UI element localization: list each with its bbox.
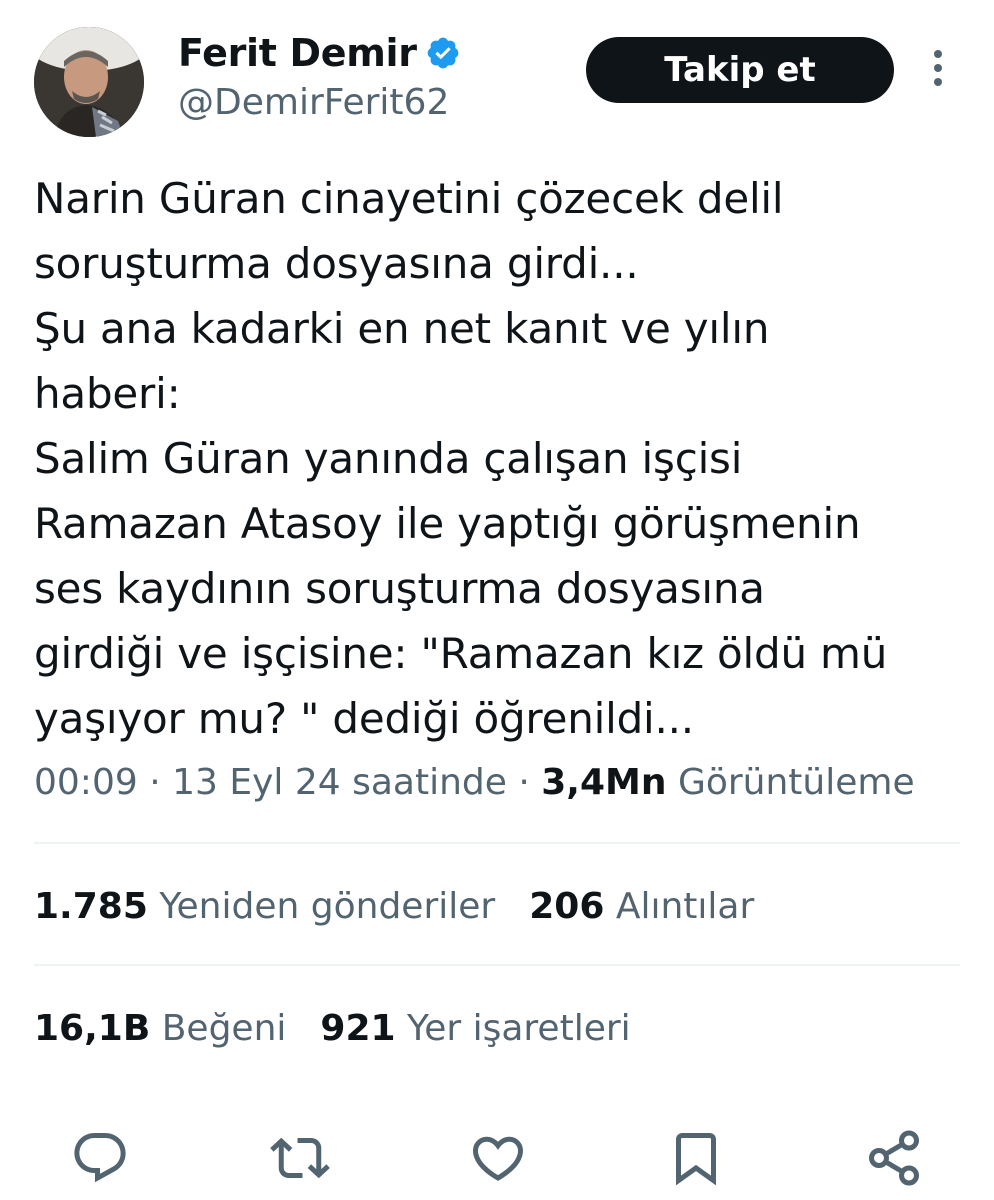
likes-label: Beğeni [161,1008,287,1049]
reposts-stat[interactable]: 1.785 Yeniden gönderiler [34,886,495,927]
bookmarks-label: Yer işaretleri [407,1008,631,1049]
share-icon[interactable] [864,1128,924,1188]
author-name-row[interactable]: Ferit Demir [178,30,461,76]
tweet-meta: 00:09 · 13 Eyl 24 saatinde · 3,4Mn Görün… [34,762,915,803]
quotes-count: 206 [529,886,605,927]
bookmarks-count: 921 [320,1008,396,1049]
quotes-stat[interactable]: 206 Alıntılar [529,886,754,927]
verified-badge-icon [427,37,459,69]
views-label: Görüntüleme [677,762,915,803]
quotes-label: Alıntılar [615,886,755,927]
likes-count: 16,1B [34,1008,151,1049]
follow-button[interactable]: Takip et [586,37,894,103]
stats-row-likes: 16,1B Beğeni 921 Yer işaretleri [34,1006,631,1052]
views-count: 3,4Mn [541,762,667,803]
avatar[interactable] [34,27,144,137]
divider [34,964,960,966]
author-handle[interactable]: @DemirFerit62 [178,80,449,126]
repost-icon[interactable] [270,1128,330,1188]
author-display-name[interactable]: Ferit Demir [178,30,417,76]
reposts-label: Yeniden gönderiler [159,886,496,927]
tweet-time[interactable]: 00:09 [34,762,138,803]
tweet-header: Ferit Demir @DemirFerit62 Takip et [0,0,994,150]
stats-row-reposts: 1.785 Yeniden gönderiler 206 Alıntılar [34,884,754,930]
tweet-text: Narin Güran cinayetini çözecek delil sor… [34,174,888,743]
bookmarks-stat[interactable]: 921 Yer işaretleri [320,1008,630,1049]
like-icon[interactable] [468,1128,528,1188]
reposts-count: 1.785 [34,886,148,927]
divider [34,842,960,844]
action-bar [0,1122,994,1192]
more-vertical-icon[interactable] [926,50,950,90]
reply-icon[interactable] [70,1128,130,1188]
likes-stat[interactable]: 16,1B Beğeni [34,1008,286,1049]
tweet-date[interactable]: 13 Eyl 24 saatinde [172,762,507,803]
bookmark-icon[interactable] [666,1128,726,1188]
